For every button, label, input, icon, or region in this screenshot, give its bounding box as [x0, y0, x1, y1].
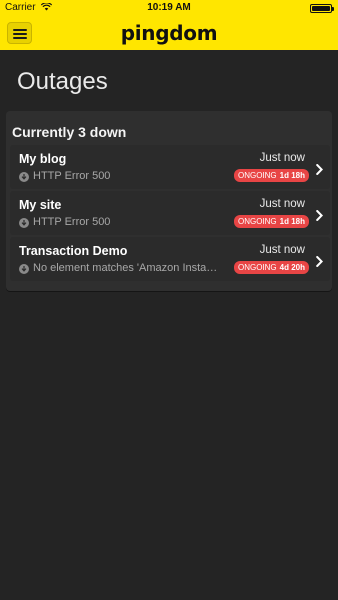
- status-label: ONGOING: [237, 171, 277, 180]
- pingdom-logo: pingdom: [120, 21, 218, 45]
- down-arrow-circle-icon: [19, 264, 29, 274]
- check-name: Transaction Demo: [19, 244, 128, 258]
- outage-row[interactable]: Transaction Demo No element matches 'Ama…: [10, 237, 330, 281]
- outage-row[interactable]: My blog HTTP Error 500 Just now ONGOING 1…: [10, 145, 330, 189]
- page-title: Outages: [17, 68, 108, 95]
- nav-bar: pingdom: [0, 16, 338, 50]
- clock: 10:19 AM: [147, 2, 191, 13]
- status-label: ONGOING: [237, 217, 277, 226]
- outages-summary-header: Currently 3 down: [12, 124, 127, 140]
- outage-time: Just now: [259, 244, 305, 256]
- chevron-right-icon: [316, 162, 323, 180]
- status-badge: ONGOING 1d 18h: [233, 215, 309, 228]
- outage-time: Just now: [259, 198, 305, 210]
- outage-duration: 1d 18h: [279, 171, 305, 180]
- status-badge: ONGOING 1d 18h: [233, 169, 309, 182]
- down-arrow-circle-icon: [19, 172, 29, 182]
- outage-duration: 4d 20h: [279, 263, 305, 272]
- down-arrow-circle-icon: [19, 218, 29, 228]
- status-badge: ONGOING 4d 20h: [233, 261, 309, 274]
- outage-list: My blog HTTP Error 500 Just now ONGOING 1…: [10, 145, 332, 283]
- status-label: ONGOING: [237, 263, 277, 272]
- error-message: No element matches 'Amazon Insta…: [33, 262, 218, 274]
- error-message: HTTP Error 500: [33, 170, 111, 182]
- chevron-right-icon: [316, 208, 323, 226]
- error-message: HTTP Error 500: [33, 216, 111, 228]
- status-bar: Carrier 10:19 AM: [0, 0, 338, 16]
- outage-duration: 1d 18h: [279, 217, 305, 226]
- outage-time: Just now: [259, 152, 305, 164]
- outages-card: Currently 3 down My blog HTTP Error 500 …: [6, 111, 332, 291]
- battery-icon: [310, 4, 334, 13]
- chevron-right-icon: [316, 254, 323, 272]
- check-name: My blog: [19, 152, 67, 166]
- check-name: My site: [19, 198, 62, 212]
- outage-row[interactable]: My site HTTP Error 500 Just now ONGOING 1…: [10, 191, 330, 235]
